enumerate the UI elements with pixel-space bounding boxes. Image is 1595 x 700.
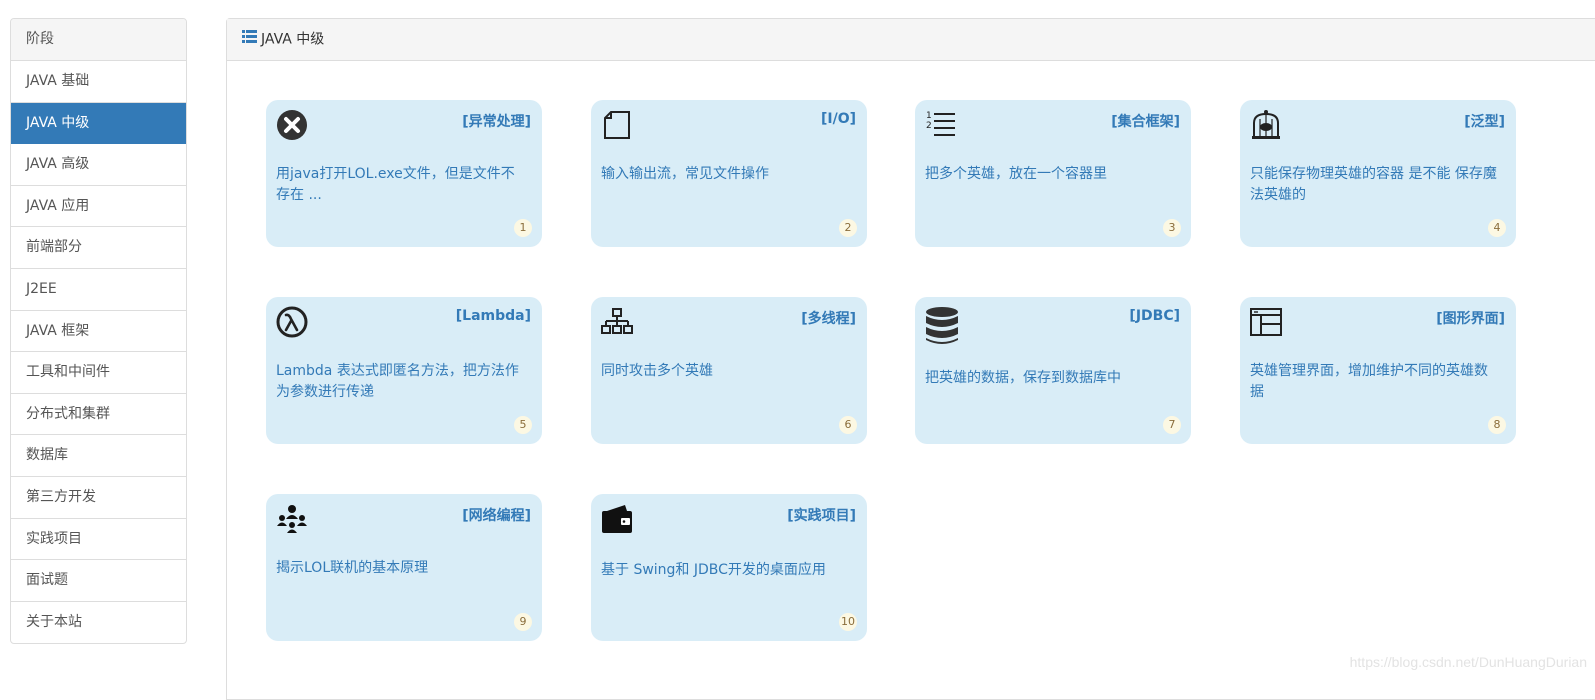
panel-title: JAVA 中级	[261, 31, 325, 48]
sidebar-item-java-frameworks[interactable]: JAVA 框架	[11, 311, 186, 353]
card-description: 只能保存物理英雄的容器 是不能 保存魔法英雄的	[1250, 166, 1497, 203]
card-description: 英雄管理界面，增加维护不同的英雄数据	[1250, 363, 1488, 400]
sidebar-item-third-party[interactable]: 第三方开发	[11, 477, 186, 519]
card-description: 用java打开LOL.exe文件，但是文件不存在 ...	[276, 166, 515, 203]
sidebar-item-java-application[interactable]: JAVA 应用	[11, 186, 186, 228]
card-number-badge: 2	[839, 219, 857, 237]
birdcage-icon	[1250, 109, 1282, 141]
sidebar-item-interview[interactable]: 面试题	[11, 560, 186, 602]
card-title: [异常处理]	[462, 114, 531, 130]
sidebar-item-distributed-cluster[interactable]: 分布式和集群	[11, 394, 186, 436]
content-panel: JAVA 中级 [异常处理] 用java打开LOL.exe文件，但是文件不存在 …	[226, 18, 1595, 700]
card-title: [多线程]	[801, 311, 856, 327]
card-title: [JDBC]	[1129, 308, 1180, 324]
network-users-icon	[276, 503, 308, 535]
topic-card-jdbc[interactable]: [JDBC] 把英雄的数据，保存到数据库中 7	[915, 297, 1191, 444]
sitemap-icon	[601, 306, 633, 338]
topic-card-generics[interactable]: [泛型] 只能保存物理英雄的容器 是不能 保存魔法英雄的 4	[1240, 100, 1516, 247]
circle-x-icon	[276, 109, 308, 141]
card-title: [实践项目]	[787, 508, 856, 524]
card-description: 揭示LOL联机的基本原理	[276, 560, 429, 576]
panel-heading: JAVA 中级	[227, 19, 1595, 61]
topic-card-lambda[interactable]: [Lambda] Lambda 表达式即匿名方法，把方法作为参数进行传递 5	[266, 297, 542, 444]
topic-card-networking[interactable]: [网络编程] 揭示LOL联机的基本原理 9	[266, 494, 542, 641]
card-description: Lambda 表达式即匿名方法，把方法作为参数进行传递	[276, 363, 519, 400]
sidebar-item-practice-projects[interactable]: 实践项目	[11, 519, 186, 561]
card-description: 输入输出流，常见文件操作	[601, 166, 769, 182]
card-number-badge: 8	[1488, 416, 1506, 434]
ordered-list-icon: 1 2	[925, 109, 957, 141]
sidebar-header: 阶段	[11, 19, 186, 61]
card-description: 同时攻击多个英雄	[601, 363, 713, 379]
card-title: [泛型]	[1464, 114, 1505, 130]
svg-text:2: 2	[926, 121, 932, 131]
list-icon	[242, 19, 257, 60]
card-number-badge: 7	[1163, 416, 1181, 434]
sidebar-item-java-advanced[interactable]: JAVA 高级	[11, 144, 186, 186]
card-number-badge: 1	[514, 219, 532, 237]
stage-sidebar: 阶段 JAVA 基础 JAVA 中级 JAVA 高级 JAVA 应用 前端部分 …	[10, 18, 187, 645]
topic-card-collections[interactable]: 1 2 [集合框架] 把多个英雄，放在一个容器里 3	[915, 100, 1191, 247]
sidebar-item-java-basic[interactable]: JAVA 基础	[11, 61, 186, 103]
svg-text:1: 1	[926, 111, 932, 121]
card-number-badge: 6	[839, 416, 857, 434]
card-number-badge: 3	[1163, 219, 1181, 237]
sidebar-item-about[interactable]: 关于本站	[11, 602, 186, 644]
database-icon	[925, 306, 959, 346]
sidebar-item-java-intermediate[interactable]: JAVA 中级	[11, 102, 186, 145]
card-number-badge: 4	[1488, 219, 1506, 237]
topic-card-exception[interactable]: [异常处理] 用java打开LOL.exe文件，但是文件不存在 ... 1	[266, 100, 542, 247]
card-title: [Lambda]	[455, 308, 531, 324]
sidebar-item-tools-middleware[interactable]: 工具和中间件	[11, 352, 186, 394]
watermark: https://blog.csdn.net/DunHuangDurian	[1349, 654, 1587, 670]
lambda-icon	[276, 306, 308, 338]
card-title: [集合框架]	[1111, 114, 1180, 130]
card-title: [I/O]	[820, 111, 856, 127]
wallet-icon	[601, 503, 633, 535]
card-number-badge: 5	[514, 416, 532, 434]
file-icon	[601, 109, 633, 141]
card-description: 把英雄的数据，保存到数据库中	[925, 370, 1121, 386]
window-layout-icon	[1250, 306, 1282, 338]
card-description: 把多个英雄，放在一个容器里	[925, 166, 1107, 182]
topic-card-io[interactable]: [I/O] 输入输出流，常见文件操作 2	[591, 100, 867, 247]
sidebar-item-database[interactable]: 数据库	[11, 435, 186, 477]
card-description: 基于 Swing和 JDBC开发的桌面应用	[601, 562, 826, 578]
topic-card-practice-project[interactable]: [实践项目] 基于 Swing和 JDBC开发的桌面应用 10	[591, 494, 867, 641]
topic-card-gui[interactable]: [图形界面] 英雄管理界面，增加维护不同的英雄数据 8	[1240, 297, 1516, 444]
sidebar-item-frontend[interactable]: 前端部分	[11, 227, 186, 269]
card-title: [网络编程]	[462, 508, 531, 524]
card-number-badge: 10	[839, 613, 857, 631]
topic-card-multithreading[interactable]: [多线程] 同时攻击多个英雄 6	[591, 297, 867, 444]
card-title: [图形界面]	[1436, 311, 1505, 327]
card-number-badge: 9	[514, 613, 532, 631]
sidebar-item-j2ee[interactable]: J2EE	[11, 269, 186, 311]
